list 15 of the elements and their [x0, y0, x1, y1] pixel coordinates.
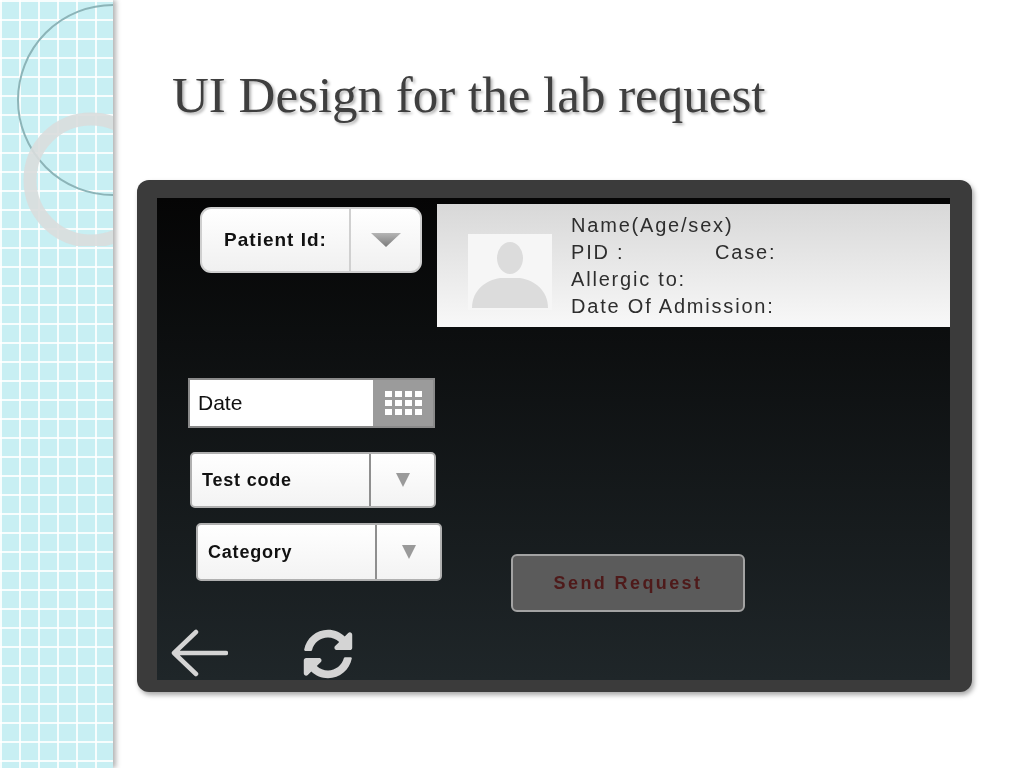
dropdown[interactable]: Category [196, 523, 442, 581]
patient-name-age-sex: Name(Age/sex) [571, 212, 735, 238]
caret-icon [370, 233, 401, 247]
admission-date-label: Date Of Admission: [571, 293, 776, 319]
caret-icon [401, 545, 416, 559]
slide-title: UI Design for the lab request [172, 69, 766, 121]
patient-pid-label: PID : [571, 239, 626, 265]
caret-icon [395, 473, 410, 487]
back-arrow-icon[interactable] [170, 629, 228, 677]
refresh-icon[interactable] [303, 629, 353, 679]
patient-id-dropdown[interactable]: Patient Id: [200, 207, 422, 273]
patient-allergy-label: Allergic to: [571, 266, 687, 292]
avatar-icon [468, 234, 552, 310]
patient-case-label: Case: [715, 239, 777, 265]
dropdown[interactable]: Test code [190, 452, 436, 508]
